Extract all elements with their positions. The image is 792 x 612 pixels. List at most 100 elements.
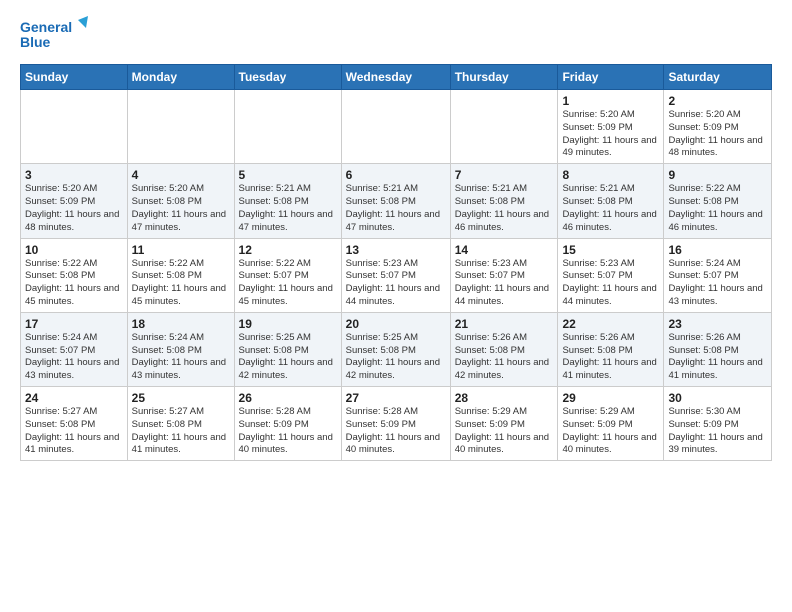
- logo: General Blue: [20, 16, 90, 56]
- day-info: Sunrise: 5:20 AM Sunset: 5:09 PM Dayligh…: [25, 183, 123, 234]
- day-number: 17: [25, 317, 123, 331]
- day-info: Sunrise: 5:22 AM Sunset: 5:08 PM Dayligh…: [132, 258, 230, 309]
- day-info: Sunrise: 5:22 AM Sunset: 5:08 PM Dayligh…: [668, 183, 767, 234]
- calendar-week-row: 1 Sunrise: 5:20 AM Sunset: 5:09 PM Daylig…: [21, 90, 772, 164]
- weekday-header-wednesday: Wednesday: [341, 65, 450, 90]
- calendar-cell: 27Sunrise: 5:28 AM Sunset: 5:09 PM Dayli…: [341, 387, 450, 461]
- day-info: Sunrise: 5:21 AM Sunset: 5:08 PM Dayligh…: [562, 183, 659, 234]
- calendar-cell: [450, 90, 558, 164]
- header: General Blue: [20, 16, 772, 56]
- day-number: 8: [562, 168, 659, 182]
- day-info: Sunrise: 5:25 AM Sunset: 5:08 PM Dayligh…: [346, 332, 446, 383]
- calendar-cell: 29Sunrise: 5:29 AM Sunset: 5:09 PM Dayli…: [558, 387, 664, 461]
- weekday-header-saturday: Saturday: [664, 65, 772, 90]
- day-info: Sunrise: 5:23 AM Sunset: 5:07 PM Dayligh…: [562, 258, 659, 309]
- day-info: Sunrise: 5:25 AM Sunset: 5:08 PM Dayligh…: [239, 332, 337, 383]
- calendar-table: SundayMondayTuesdayWednesdayThursdayFrid…: [20, 64, 772, 461]
- weekday-header-tuesday: Tuesday: [234, 65, 341, 90]
- day-number: 13: [346, 243, 446, 257]
- svg-text:General: General: [20, 19, 72, 35]
- day-number: 10: [25, 243, 123, 257]
- calendar-cell: 5Sunrise: 5:21 AM Sunset: 5:08 PM Daylig…: [234, 164, 341, 238]
- calendar-cell: [234, 90, 341, 164]
- calendar-cell: [21, 90, 128, 164]
- day-info: Sunrise: 5:21 AM Sunset: 5:08 PM Dayligh…: [346, 183, 446, 234]
- calendar-cell: 20Sunrise: 5:25 AM Sunset: 5:08 PM Dayli…: [341, 312, 450, 386]
- day-info: Sunrise: 5:30 AM Sunset: 5:09 PM Dayligh…: [668, 406, 767, 457]
- day-number: 1: [562, 94, 659, 108]
- day-info: Sunrise: 5:21 AM Sunset: 5:08 PM Dayligh…: [455, 183, 554, 234]
- day-info: Sunrise: 5:26 AM Sunset: 5:08 PM Dayligh…: [668, 332, 767, 383]
- calendar-cell: 6Sunrise: 5:21 AM Sunset: 5:08 PM Daylig…: [341, 164, 450, 238]
- day-info: Sunrise: 5:29 AM Sunset: 5:09 PM Dayligh…: [562, 406, 659, 457]
- day-number: 25: [132, 391, 230, 405]
- weekday-header-thursday: Thursday: [450, 65, 558, 90]
- day-number: 30: [668, 391, 767, 405]
- day-info: Sunrise: 5:28 AM Sunset: 5:09 PM Dayligh…: [239, 406, 337, 457]
- day-info: Sunrise: 5:20 AM Sunset: 5:09 PM Dayligh…: [668, 109, 767, 160]
- day-number: 5: [239, 168, 337, 182]
- calendar-body: 1 Sunrise: 5:20 AM Sunset: 5:09 PM Daylig…: [21, 90, 772, 461]
- calendar-cell: 1Sunrise: 5:20 AM Sunset: 5:09 PM Daylig…: [558, 90, 664, 164]
- calendar-cell: 21Sunrise: 5:26 AM Sunset: 5:08 PM Dayli…: [450, 312, 558, 386]
- day-info: Sunrise: 5:23 AM Sunset: 5:07 PM Dayligh…: [346, 258, 446, 309]
- calendar-cell: 8Sunrise: 5:21 AM Sunset: 5:08 PM Daylig…: [558, 164, 664, 238]
- day-number: 9: [668, 168, 767, 182]
- day-number: 11: [132, 243, 230, 257]
- day-number: 27: [346, 391, 446, 405]
- day-info: Sunrise: 5:28 AM Sunset: 5:09 PM Dayligh…: [346, 406, 446, 457]
- calendar-cell: 17Sunrise: 5:24 AM Sunset: 5:07 PM Dayli…: [21, 312, 128, 386]
- calendar-cell: 30Sunrise: 5:30 AM Sunset: 5:09 PM Dayli…: [664, 387, 772, 461]
- day-number: 21: [455, 317, 554, 331]
- calendar-cell: 3Sunrise: 5:20 AM Sunset: 5:09 PM Daylig…: [21, 164, 128, 238]
- calendar-cell: 26Sunrise: 5:28 AM Sunset: 5:09 PM Dayli…: [234, 387, 341, 461]
- calendar-week-row: 24Sunrise: 5:27 AM Sunset: 5:08 PM Dayli…: [21, 387, 772, 461]
- calendar-week-row: 3Sunrise: 5:20 AM Sunset: 5:09 PM Daylig…: [21, 164, 772, 238]
- day-number: 28: [455, 391, 554, 405]
- calendar-cell: 10Sunrise: 5:22 AM Sunset: 5:08 PM Dayli…: [21, 238, 128, 312]
- calendar-week-row: 10Sunrise: 5:22 AM Sunset: 5:08 PM Dayli…: [21, 238, 772, 312]
- calendar-cell: 28Sunrise: 5:29 AM Sunset: 5:09 PM Dayli…: [450, 387, 558, 461]
- page: General Blue SundayMondayTuesdayWednesda…: [0, 0, 792, 477]
- calendar-cell: 16Sunrise: 5:24 AM Sunset: 5:07 PM Dayli…: [664, 238, 772, 312]
- calendar-header: SundayMondayTuesdayWednesdayThursdayFrid…: [21, 65, 772, 90]
- logo-svg: General Blue: [20, 16, 90, 56]
- calendar-cell: [127, 90, 234, 164]
- day-info: Sunrise: 5:27 AM Sunset: 5:08 PM Dayligh…: [132, 406, 230, 457]
- calendar-cell: 19Sunrise: 5:25 AM Sunset: 5:08 PM Dayli…: [234, 312, 341, 386]
- calendar-cell: 4Sunrise: 5:20 AM Sunset: 5:08 PM Daylig…: [127, 164, 234, 238]
- day-info: Sunrise: 5:24 AM Sunset: 5:07 PM Dayligh…: [25, 332, 123, 383]
- calendar-week-row: 17Sunrise: 5:24 AM Sunset: 5:07 PM Dayli…: [21, 312, 772, 386]
- calendar-cell: 22Sunrise: 5:26 AM Sunset: 5:08 PM Dayli…: [558, 312, 664, 386]
- day-number: 24: [25, 391, 123, 405]
- day-info: Sunrise: 5:26 AM Sunset: 5:08 PM Dayligh…: [562, 332, 659, 383]
- day-number: 29: [562, 391, 659, 405]
- day-number: 16: [668, 243, 767, 257]
- day-number: 7: [455, 168, 554, 182]
- calendar-cell: 23Sunrise: 5:26 AM Sunset: 5:08 PM Dayli…: [664, 312, 772, 386]
- day-number: 2: [668, 94, 767, 108]
- day-number: 18: [132, 317, 230, 331]
- day-info: Sunrise: 5:23 AM Sunset: 5:07 PM Dayligh…: [455, 258, 554, 309]
- svg-text:Blue: Blue: [20, 34, 51, 50]
- calendar-cell: 11Sunrise: 5:22 AM Sunset: 5:08 PM Dayli…: [127, 238, 234, 312]
- calendar-cell: [341, 90, 450, 164]
- day-number: 22: [562, 317, 659, 331]
- day-info: Sunrise: 5:22 AM Sunset: 5:08 PM Dayligh…: [25, 258, 123, 309]
- day-info: Sunrise: 5:27 AM Sunset: 5:08 PM Dayligh…: [25, 406, 123, 457]
- calendar-cell: 2Sunrise: 5:20 AM Sunset: 5:09 PM Daylig…: [664, 90, 772, 164]
- day-number: 4: [132, 168, 230, 182]
- day-number: 23: [668, 317, 767, 331]
- weekday-header-sunday: Sunday: [21, 65, 128, 90]
- calendar-cell: 18Sunrise: 5:24 AM Sunset: 5:08 PM Dayli…: [127, 312, 234, 386]
- day-number: 6: [346, 168, 446, 182]
- day-info: Sunrise: 5:24 AM Sunset: 5:08 PM Dayligh…: [132, 332, 230, 383]
- calendar-cell: 25Sunrise: 5:27 AM Sunset: 5:08 PM Dayli…: [127, 387, 234, 461]
- day-info: Sunrise: 5:21 AM Sunset: 5:08 PM Dayligh…: [239, 183, 337, 234]
- day-info: Sunrise: 5:26 AM Sunset: 5:08 PM Dayligh…: [455, 332, 554, 383]
- calendar-cell: 12Sunrise: 5:22 AM Sunset: 5:07 PM Dayli…: [234, 238, 341, 312]
- day-number: 12: [239, 243, 337, 257]
- day-number: 15: [562, 243, 659, 257]
- day-info: Sunrise: 5:24 AM Sunset: 5:07 PM Dayligh…: [668, 258, 767, 309]
- day-number: 26: [239, 391, 337, 405]
